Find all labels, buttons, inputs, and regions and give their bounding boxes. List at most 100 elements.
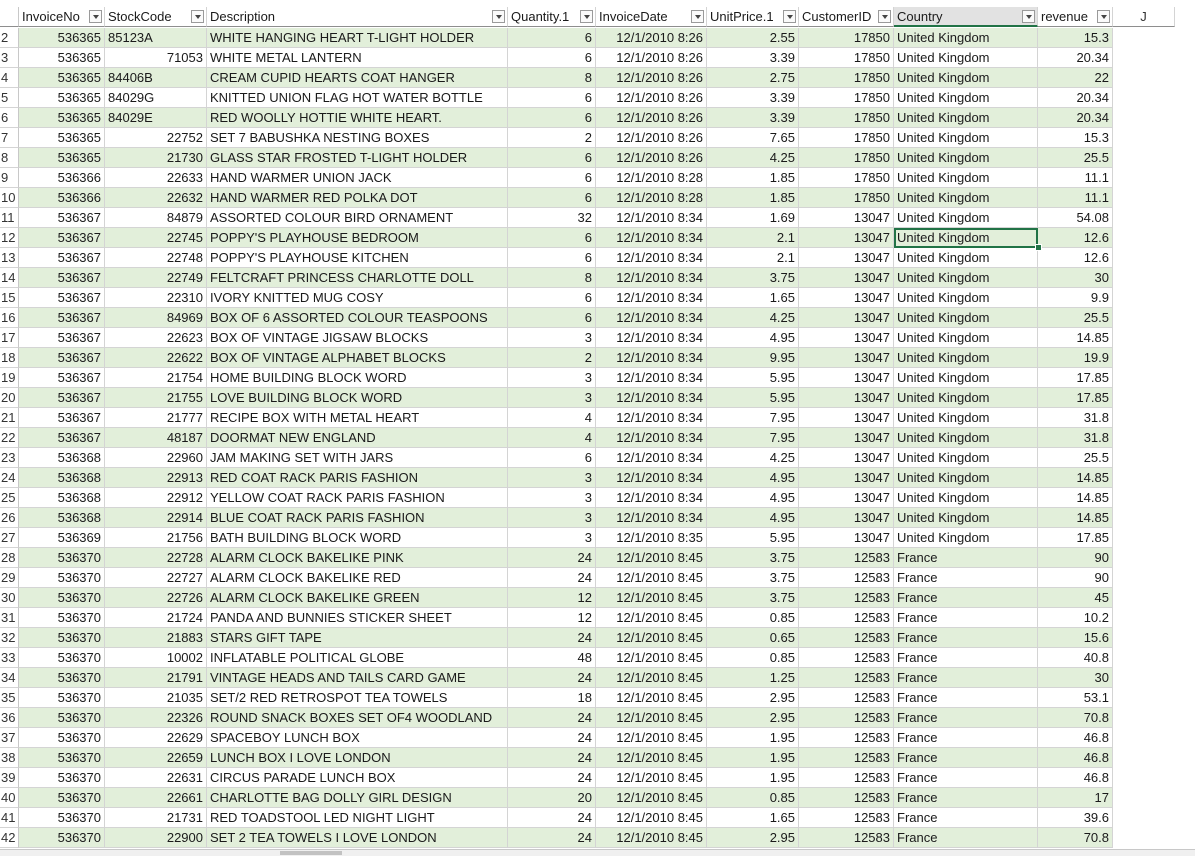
cell-invoiceno[interactable]: 536367 [19, 368, 105, 388]
cell-revenue[interactable]: 40.8 [1038, 648, 1113, 668]
cell-country[interactable]: United Kingdom [894, 368, 1038, 388]
cell-revenue[interactable]: 20.34 [1038, 108, 1113, 128]
row-number[interactable]: 27 [0, 528, 19, 548]
cell-stockcode[interactable]: 84969 [105, 308, 207, 328]
cell-invoicedate[interactable]: 12/1/2010 8:34 [596, 228, 707, 248]
row-number[interactable]: 4 [0, 68, 19, 88]
cell-unitprice[interactable]: 4.95 [707, 488, 799, 508]
cell-invoiceno[interactable]: 536367 [19, 228, 105, 248]
cell-invoicedate[interactable]: 12/1/2010 8:26 [596, 88, 707, 108]
cell-customerid[interactable]: 17850 [799, 88, 894, 108]
cell-invoicedate[interactable]: 12/1/2010 8:34 [596, 288, 707, 308]
cell-customerid[interactable]: 12583 [799, 808, 894, 828]
row-number[interactable]: 9 [0, 168, 19, 188]
cell-quantity[interactable]: 24 [508, 668, 596, 688]
cell-stockcode[interactable]: 21724 [105, 608, 207, 628]
cell-unitprice[interactable]: 0.65 [707, 628, 799, 648]
cell-quantity[interactable]: 24 [508, 728, 596, 748]
cell-description[interactable]: RED TOADSTOOL LED NIGHT LIGHT [207, 808, 508, 828]
cell-invoicedate[interactable]: 12/1/2010 8:45 [596, 728, 707, 748]
cell-quantity[interactable]: 6 [508, 48, 596, 68]
cell-unitprice[interactable]: 2.95 [707, 828, 799, 848]
cell-invoiceno[interactable]: 536370 [19, 568, 105, 588]
cell-customerid[interactable]: 12583 [799, 728, 894, 748]
cell-quantity[interactable]: 6 [508, 28, 596, 48]
cell-invoiceno[interactable]: 536370 [19, 588, 105, 608]
cell-country[interactable]: United Kingdom [894, 508, 1038, 528]
cell-unitprice[interactable]: 9.95 [707, 348, 799, 368]
cell-invoiceno[interactable]: 536367 [19, 348, 105, 368]
cell-quantity[interactable]: 3 [508, 328, 596, 348]
cell-quantity[interactable]: 12 [508, 608, 596, 628]
cell-invoicedate[interactable]: 12/1/2010 8:45 [596, 828, 707, 848]
cell-stockcode[interactable]: 22631 [105, 768, 207, 788]
cell-invoiceno[interactable]: 536367 [19, 328, 105, 348]
row-number[interactable]: 16 [0, 308, 19, 328]
cell-description[interactable]: SET 7 BABUSHKA NESTING BOXES [207, 128, 508, 148]
cell-invoicedate[interactable]: 12/1/2010 8:26 [596, 28, 707, 48]
cell-unitprice[interactable]: 5.95 [707, 528, 799, 548]
header-unitprice[interactable]: UnitPrice.1 [707, 7, 799, 27]
cell-unitprice[interactable]: 4.25 [707, 148, 799, 168]
cell-description[interactable]: ASSORTED COLOUR BIRD ORNAMENT [207, 208, 508, 228]
cell-invoicedate[interactable]: 12/1/2010 8:34 [596, 388, 707, 408]
row-number[interactable]: 17 [0, 328, 19, 348]
cell-invoicedate[interactable]: 12/1/2010 8:45 [596, 748, 707, 768]
cell-revenue[interactable]: 70.8 [1038, 708, 1113, 728]
row-number[interactable]: 22 [0, 428, 19, 448]
cell-revenue[interactable]: 17.85 [1038, 388, 1113, 408]
cell-stockcode[interactable]: 22326 [105, 708, 207, 728]
cell-stockcode[interactable]: 21730 [105, 148, 207, 168]
cell-unitprice[interactable]: 7.65 [707, 128, 799, 148]
cell-customerid[interactable]: 13047 [799, 268, 894, 288]
fill-handle[interactable] [1035, 244, 1042, 251]
cell-unitprice[interactable]: 2.1 [707, 248, 799, 268]
cell-stockcode[interactable]: 22914 [105, 508, 207, 528]
cell-invoicedate[interactable]: 12/1/2010 8:34 [596, 268, 707, 288]
cell-description[interactable]: WHITE METAL LANTERN [207, 48, 508, 68]
cell-invoicedate[interactable]: 12/1/2010 8:34 [596, 348, 707, 368]
cell-country[interactable]: France [894, 728, 1038, 748]
cell-stockcode[interactable]: 22913 [105, 468, 207, 488]
cell-revenue[interactable]: 19.9 [1038, 348, 1113, 368]
cell-quantity[interactable]: 2 [508, 348, 596, 368]
cell-unitprice[interactable]: 2.95 [707, 688, 799, 708]
cell-stockcode[interactable]: 22745 [105, 228, 207, 248]
cell-stockcode[interactable]: 22748 [105, 248, 207, 268]
cell-invoiceno[interactable]: 536365 [19, 68, 105, 88]
cell-stockcode[interactable]: 22960 [105, 448, 207, 468]
row-number[interactable]: 26 [0, 508, 19, 528]
row-number[interactable]: 31 [0, 608, 19, 628]
cell-invoiceno[interactable]: 536366 [19, 188, 105, 208]
cell-unitprice[interactable]: 3.75 [707, 588, 799, 608]
cell-quantity[interactable]: 6 [508, 148, 596, 168]
cell-customerid[interactable]: 13047 [799, 508, 894, 528]
cell-description[interactable]: POPPY'S PLAYHOUSE BEDROOM [207, 228, 508, 248]
cell-description[interactable]: ALARM CLOCK BAKELIKE RED [207, 568, 508, 588]
cell-quantity[interactable]: 12 [508, 588, 596, 608]
cell-invoiceno[interactable]: 536370 [19, 548, 105, 568]
cell-unitprice[interactable]: 0.85 [707, 788, 799, 808]
row-number[interactable]: 24 [0, 468, 19, 488]
cell-quantity[interactable]: 4 [508, 428, 596, 448]
cell-stockcode[interactable]: 22728 [105, 548, 207, 568]
cell-invoicedate[interactable]: 12/1/2010 8:34 [596, 468, 707, 488]
cell-unitprice[interactable]: 3.75 [707, 268, 799, 288]
cell-invoicedate[interactable]: 12/1/2010 8:34 [596, 248, 707, 268]
cell-revenue[interactable]: 90 [1038, 548, 1113, 568]
cell-invoicedate[interactable]: 12/1/2010 8:45 [596, 548, 707, 568]
cell-country[interactable]: United Kingdom [894, 348, 1038, 368]
cell-quantity[interactable]: 2 [508, 128, 596, 148]
cell-country[interactable]: France [894, 748, 1038, 768]
row-number[interactable]: 37 [0, 728, 19, 748]
header-customerid[interactable]: CustomerID [799, 7, 894, 27]
row-number[interactable]: 33 [0, 648, 19, 668]
cell-description[interactable]: YELLOW COAT RACK PARIS FASHION [207, 488, 508, 508]
cell-country[interactable]: United Kingdom [894, 88, 1038, 108]
cell-customerid[interactable]: 12583 [799, 608, 894, 628]
cell-revenue[interactable]: 25.5 [1038, 148, 1113, 168]
row-number[interactable]: 40 [0, 788, 19, 808]
filter-dropdown-icon[interactable] [1022, 10, 1035, 23]
cell-country[interactable]: United Kingdom [894, 448, 1038, 468]
cell-description[interactable]: HAND WARMER RED POLKA DOT [207, 188, 508, 208]
